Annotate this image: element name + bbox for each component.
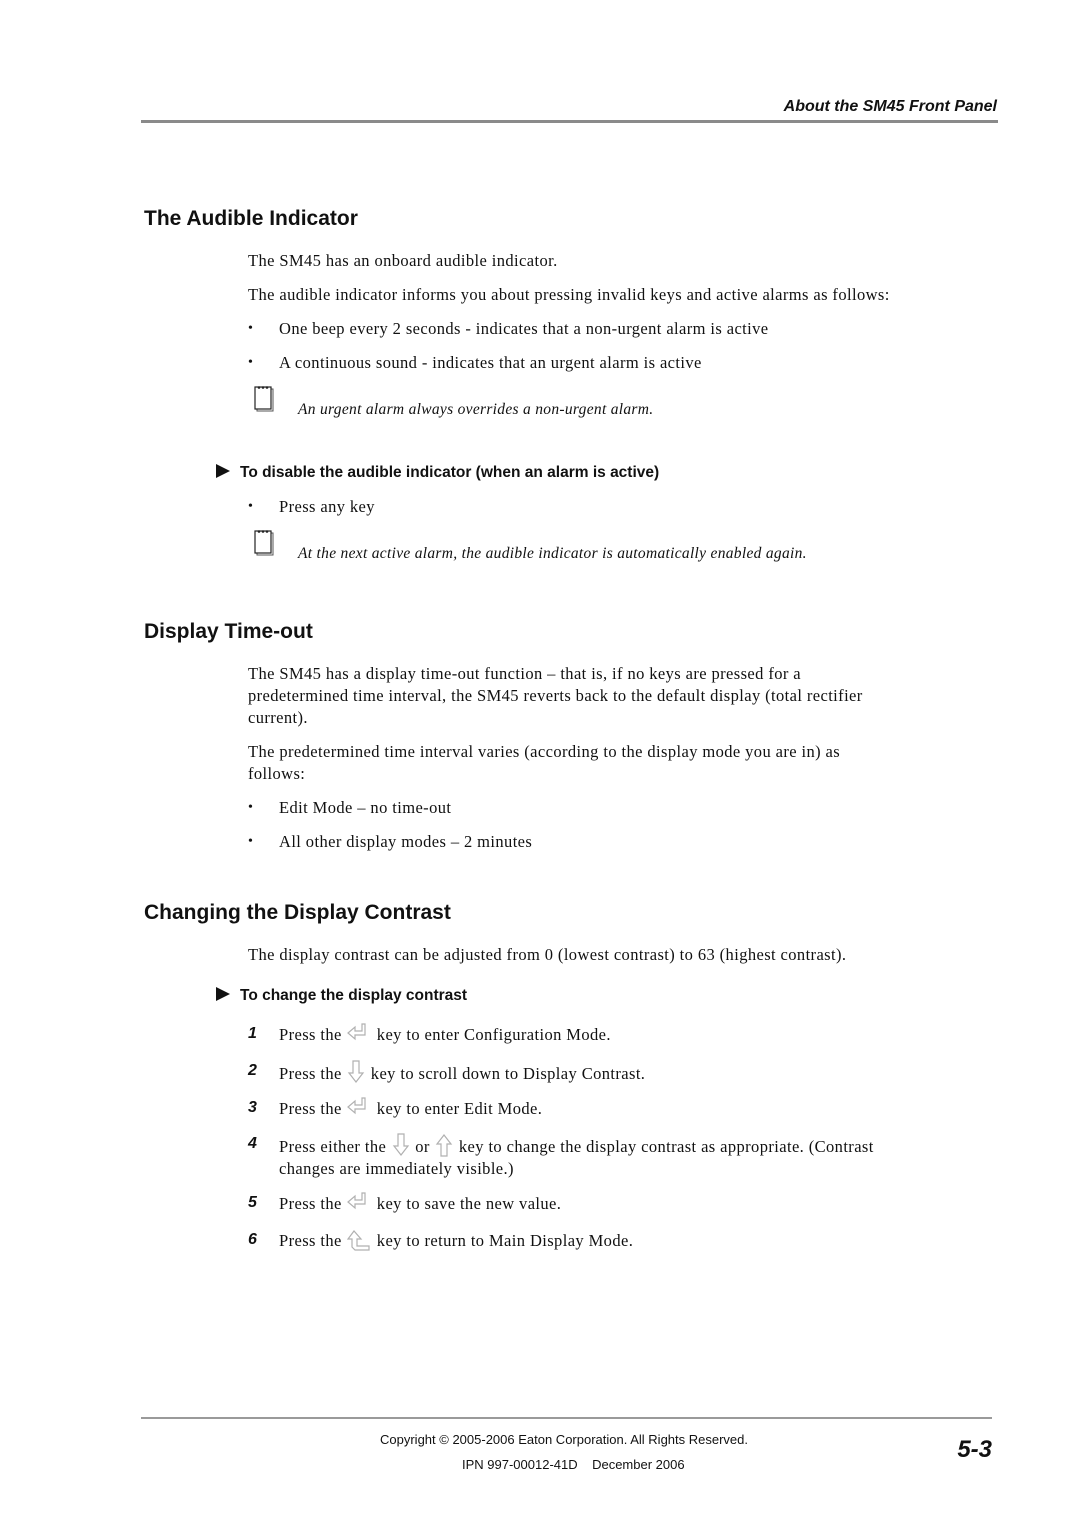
procedure-arrow-icon — [216, 464, 230, 478]
enter-key-icon — [347, 1023, 366, 1041]
section-title-audible-indicator: The Audible Indicator — [144, 207, 358, 230]
procedure-heading: To disable the audible indicator (when a… — [216, 464, 659, 482]
note-text: An urgent alarm always overrides a non-u… — [298, 401, 654, 418]
running-header-title: About the SM45 Front Panel — [783, 98, 997, 115]
footer-ipn: IPN 997-00012-41D December 2006 — [462, 1457, 685, 1472]
footer-rule — [141, 1417, 992, 1419]
paragraph: The display contrast can be adjusted fro… — [248, 945, 847, 964]
bullet-icon: • — [248, 800, 254, 815]
enter-key-icon — [347, 1192, 366, 1210]
up-arrow-key-icon — [436, 1134, 453, 1157]
bullet-icon: • — [248, 321, 254, 336]
paragraph: The SM45 has a display time-out function… — [248, 664, 863, 727]
page-number: 5-3 — [957, 1436, 992, 1463]
footer-copyright: Copyright © 2005-2006 Eaton Corporation.… — [380, 1432, 749, 1447]
bullet-icon: • — [248, 834, 254, 849]
bullet-icon: • — [248, 355, 254, 370]
note-text: At the next active alarm, the audible in… — [298, 545, 807, 562]
paragraph: The predetermined time interval varies (… — [248, 742, 841, 783]
procedure-heading: To change the display contrast — [216, 987, 467, 1005]
note-icon — [254, 386, 274, 412]
escape-key-icon — [347, 1230, 370, 1251]
paragraph: The SM45 has an onboard audible indicato… — [248, 251, 558, 270]
down-arrow-key-icon — [348, 1060, 365, 1083]
section-title-display-contrast: Changing the Display Contrast — [144, 901, 451, 924]
bullet-icon: • — [248, 499, 254, 514]
procedure-arrow-icon — [216, 987, 230, 1001]
header-rule — [141, 120, 998, 123]
section-title-display-timeout: Display Time-out — [144, 620, 313, 643]
down-arrow-key-icon — [392, 1133, 409, 1156]
paragraph: The audible indicator informs you about … — [248, 285, 890, 304]
enter-key-icon — [347, 1097, 366, 1115]
note-icon — [254, 530, 274, 556]
